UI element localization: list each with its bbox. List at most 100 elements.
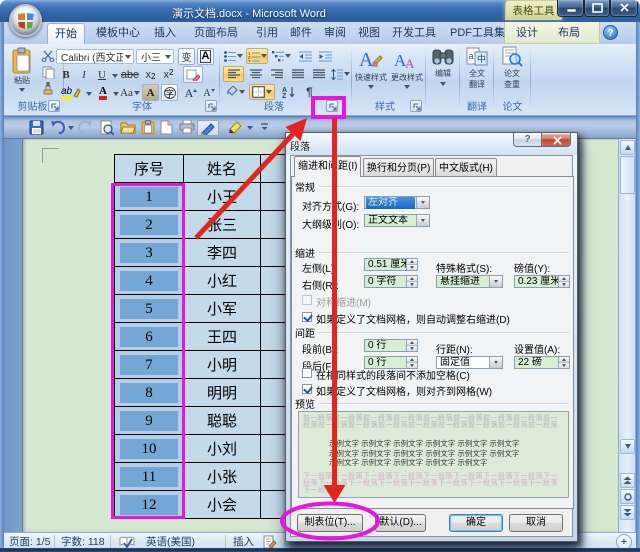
office-button[interactable] [9, 4, 42, 37]
clipboard-dialog-launcher[interactable] [48, 100, 60, 112]
new-document-button[interactable] [160, 120, 177, 136]
align-left-button[interactable] [223, 66, 244, 82]
by-spinner[interactable] [558, 276, 569, 287]
special-format-dropdown-icon[interactable] [489, 276, 502, 287]
spin-button[interactable] [559, 282, 569, 287]
line-spacing-button[interactable] [330, 66, 351, 82]
dialog-close-button[interactable] [541, 133, 571, 147]
decrease-indent-button[interactable] [296, 48, 314, 64]
ribbon-tab[interactable]: 开始 [47, 23, 85, 44]
ribbon-tab[interactable]: PDF工具集 [443, 23, 512, 44]
status-language[interactable]: 英语(美国) [146, 535, 195, 549]
superscript-button[interactable]: x2 [160, 67, 177, 82]
vertical-scrollbar[interactable] [618, 139, 635, 532]
ribbon-tab[interactable]: 模板中心 [89, 23, 147, 44]
snap-to-grid-checkbox[interactable]: 如果定义了文档网格，则对齐到网格(W) [302, 383, 492, 398]
open-button[interactable] [120, 120, 137, 136]
macro-record-icon[interactable] [263, 535, 277, 549]
table-header-num[interactable]: 序号 [115, 155, 184, 183]
dialog-help-button[interactable]: ? [513, 133, 541, 147]
table-cell-edge[interactable] [261, 351, 287, 379]
indent-left-spin[interactable]: 0.51 厘米 [364, 258, 418, 271]
highlighter-dropdown-icon[interactable] [247, 126, 253, 130]
status-page[interactable]: 页面: 1/5 [9, 535, 50, 549]
previous-page-button[interactable] [620, 473, 635, 488]
table-cell-edge[interactable] [261, 491, 287, 519]
indent-left-spinner[interactable] [406, 259, 417, 270]
ribbon-tab[interactable]: 审阅 [317, 23, 353, 44]
print-button[interactable] [179, 120, 196, 136]
styles-dialog-launcher[interactable] [410, 100, 422, 112]
edit-button[interactable]: 编辑 [428, 46, 458, 86]
font-color-dropdown-icon[interactable] [113, 92, 119, 96]
ribbon-tab[interactable]: 插入 [147, 23, 183, 44]
table-cell-edge[interactable] [261, 295, 287, 323]
dialog-tab-asian-typography[interactable]: 中文版式(H) [435, 158, 497, 177]
justify-button[interactable] [288, 66, 307, 82]
highlight-dropdown-icon[interactable] [86, 92, 92, 96]
spin-button[interactable] [407, 265, 417, 270]
restore-button[interactable] [584, 0, 610, 17]
table-cell-name[interactable]: 小明 [184, 351, 261, 379]
increase-indent-button[interactable] [316, 48, 334, 64]
ribbon-context-tab[interactable]: 设计 [509, 23, 545, 44]
font-size-dropdown-icon[interactable] [162, 55, 173, 59]
table-cell-name[interactable]: 聪聪 [184, 407, 261, 435]
no-space-same-style-checkbox[interactable]: 在相同样式的段落间不添加空格(C) [302, 367, 470, 382]
ribbon-context-tab[interactable]: 布局 [551, 23, 587, 44]
table-cell-edge[interactable] [261, 435, 287, 463]
ok-button[interactable]: 确定 [449, 514, 503, 532]
indent-right-spin[interactable]: 0 字符 [364, 275, 418, 288]
status-insert-mode[interactable]: 插入 [233, 535, 254, 549]
ribbon-tab[interactable]: 引用 [249, 23, 285, 44]
paper-check-button[interactable]: 论文查重 [498, 46, 526, 90]
table-cell-name[interactable]: 小会 [184, 491, 261, 519]
status-word-count[interactable]: 字数: 118 [61, 535, 105, 549]
ribbon-tab[interactable]: 视图 [351, 23, 387, 44]
full-translate-button[interactable]: a 中 全文翻译 [463, 46, 491, 90]
outline-dropdown-icon[interactable] [416, 215, 429, 226]
table-cell-edge[interactable] [261, 183, 287, 211]
table-cell-name[interactable]: 小张 [184, 463, 261, 491]
underline-dropdown-icon[interactable] [112, 74, 118, 78]
alignment-dropdown-icon[interactable] [416, 197, 429, 208]
table-cell-edge[interactable] [261, 239, 287, 267]
font-dialog-launcher[interactable] [205, 100, 217, 112]
font-name-combo[interactable]: Calibri (西文正 [56, 49, 134, 64]
numbering-button[interactable]: 1 2 3 [246, 48, 268, 64]
dialog-tab-line-page-breaks[interactable]: 换行和分页(P) [363, 158, 434, 177]
underline-button[interactable]: U [94, 67, 110, 82]
dialog-title-bar[interactable]: 段落 ? [286, 133, 577, 155]
scroll-up-button[interactable] [620, 140, 635, 155]
outline-level-combo[interactable]: 正文文本 [364, 214, 430, 227]
font-size-combo[interactable]: 小三 [136, 49, 174, 64]
table-cell-edge[interactable] [261, 323, 287, 351]
close-button[interactable] [610, 0, 638, 17]
default-button[interactable]: 默认(D)... [375, 514, 426, 532]
format-painter-button[interactable] [39, 81, 57, 95]
table-cell-name[interactable]: 小王 [184, 183, 261, 211]
space-before-spinner[interactable] [406, 340, 417, 351]
strikethrough-button[interactable]: abe [119, 67, 141, 82]
subscript-button[interactable]: x2 [142, 67, 159, 82]
draw-pen-button[interactable] [197, 120, 219, 136]
table-cell-edge[interactable] [261, 463, 287, 491]
table-cell-edge[interactable] [261, 211, 287, 239]
table-cell-name[interactable]: 小红 [184, 267, 261, 295]
table-cell-name[interactable]: 明明 [184, 379, 261, 407]
multilevel-list-button[interactable] [270, 48, 292, 64]
special-format-combo[interactable]: 悬挂缩进 [436, 275, 503, 288]
paste-button[interactable]: 粘贴 [6, 47, 38, 92]
change-styles-button[interactable]: A A 更改样式 [390, 46, 424, 89]
line-spacing-dropdown-icon[interactable] [489, 357, 502, 368]
table-cell-name[interactable]: 小刘 [184, 435, 261, 463]
table-cell-edge[interactable] [261, 267, 287, 295]
table-cell-edge[interactable] [261, 407, 287, 435]
font-name-dropdown-icon[interactable] [123, 55, 134, 59]
spin-button[interactable] [559, 363, 569, 368]
scrollbar-thumb[interactable] [620, 156, 635, 194]
scroll-down-button[interactable] [620, 439, 635, 454]
indent-right-spinner[interactable] [406, 276, 417, 287]
table-header-edge[interactable] [261, 155, 287, 183]
alignment-combo[interactable]: 左对齐 [364, 196, 430, 209]
